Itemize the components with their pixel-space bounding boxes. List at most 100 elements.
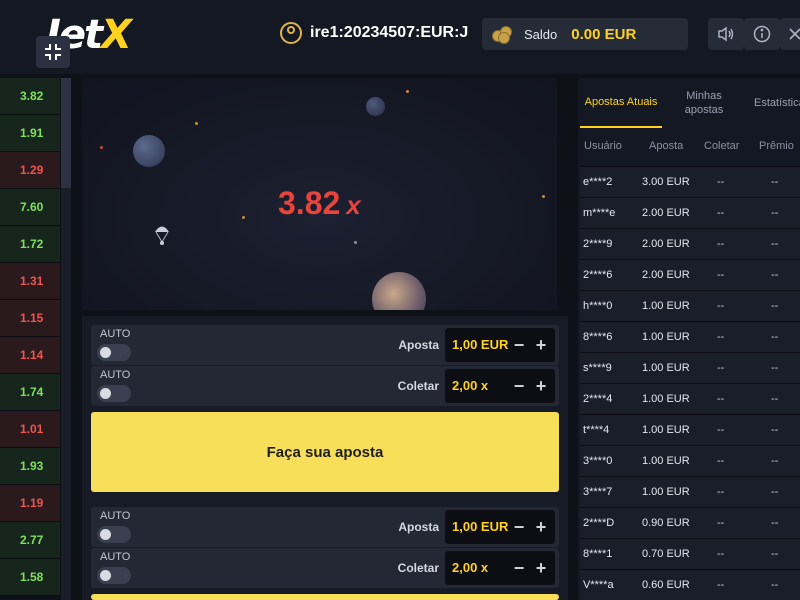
- bet-user: 2****6: [583, 269, 613, 281]
- history-item[interactable]: 1.14: [0, 337, 60, 374]
- multiplier-suffix: x: [346, 190, 361, 220]
- bet-collect: --: [717, 269, 725, 281]
- place-bet-button-2[interactable]: [91, 594, 559, 600]
- bet-collect: --: [717, 207, 725, 219]
- history-item[interactable]: 3.82: [0, 78, 60, 115]
- history-item[interactable]: 1.72: [0, 226, 60, 263]
- collect-row-1: AUTO Coletar 2,00 x − +: [91, 366, 559, 406]
- bet-amount-value[interactable]: 1,00 EUR: [452, 337, 508, 352]
- tab-my-bets[interactable]: Minhas apostas: [670, 78, 738, 128]
- game-canvas: 3.82 x: [82, 78, 557, 310]
- balance-box: Saldo 0.00 EUR: [482, 18, 688, 50]
- star: [542, 195, 545, 198]
- history-item[interactable]: 1.19: [0, 485, 60, 522]
- fullscreen-icon: [45, 44, 61, 60]
- logo-x: X: [101, 12, 132, 58]
- bet-prize: --: [771, 455, 779, 467]
- planet: [366, 97, 385, 116]
- bet-row: 3****0 1.00 EUR -- --: [580, 445, 800, 476]
- bet-row: t****4 1.00 EUR -- --: [580, 414, 800, 445]
- bet-user: t****4: [583, 424, 610, 436]
- bet-row: e****2 3.00 EUR -- --: [580, 166, 800, 197]
- current-multiplier: 3.82 x: [278, 185, 361, 222]
- tab-statistics[interactable]: Estatísticas: [754, 78, 800, 128]
- coins-icon: [492, 25, 514, 44]
- bet-amount-value[interactable]: 1,00 EUR: [452, 519, 508, 534]
- history-scrollbar[interactable]: [61, 78, 71, 600]
- history-item[interactable]: 1.93: [0, 448, 60, 485]
- history-item[interactable]: 7.60: [0, 189, 60, 226]
- bet-prize: --: [771, 207, 779, 219]
- star: [354, 241, 357, 244]
- user-info: ire1:20234507:EUR:J: [280, 22, 468, 44]
- history-item[interactable]: 1.15: [0, 300, 60, 337]
- bet-row: V****a 0.60 EUR -- --: [580, 569, 800, 600]
- auto-collect-toggle-1[interactable]: [97, 385, 131, 402]
- history-item[interactable]: 1.74: [0, 374, 60, 411]
- history-item[interactable]: 1.91: [0, 115, 60, 152]
- bet-amount: 2.00 EUR: [642, 238, 690, 250]
- bet-prize: --: [771, 486, 779, 498]
- bet-amount: 0.90 EUR: [642, 517, 690, 529]
- bet-user: 2****4: [583, 393, 613, 405]
- bet-amount-stepper-1: 1,00 EUR − +: [445, 328, 555, 362]
- info-button[interactable]: [744, 18, 780, 50]
- bet-prize: --: [771, 393, 779, 405]
- planet: [133, 135, 165, 167]
- plus-button[interactable]: +: [531, 557, 551, 579]
- bet-prize: --: [771, 362, 779, 374]
- place-bet-button-1[interactable]: Faça sua aposta: [91, 412, 559, 492]
- history-item[interactable]: 1.29: [0, 152, 60, 189]
- bet-amount: 1.00 EUR: [642, 455, 690, 467]
- collect-value[interactable]: 2,00 x: [452, 560, 488, 575]
- history-item[interactable]: 2.77: [0, 522, 60, 559]
- tab-current-bets[interactable]: Apostas Atuais: [580, 78, 662, 128]
- bet-amount: 2.00 EUR: [642, 207, 690, 219]
- bet-collect: --: [717, 455, 725, 467]
- sound-button[interactable]: [708, 18, 744, 50]
- bet-amount-stepper-2: 1,00 EUR − +: [445, 510, 555, 544]
- user-icon: [280, 22, 302, 44]
- bet-user: e****2: [583, 176, 613, 188]
- plus-button[interactable]: +: [531, 375, 551, 397]
- column-user: Usuário: [584, 140, 622, 152]
- star: [242, 216, 245, 219]
- auto-collect-toggle-2[interactable]: [97, 567, 131, 584]
- column-bet: Aposta: [649, 140, 684, 152]
- bet-collect: --: [717, 300, 725, 312]
- bet-collect: --: [717, 548, 725, 560]
- scrollbar-thumb[interactable]: [61, 78, 71, 188]
- parachute-icon: [155, 226, 169, 245]
- plus-button[interactable]: +: [531, 334, 551, 356]
- fullscreen-button[interactable]: [36, 36, 70, 68]
- bet-row: 3****7 1.00 EUR -- --: [580, 476, 800, 507]
- collect-value[interactable]: 2,00 x: [452, 378, 488, 393]
- auto-label: AUTO: [100, 369, 131, 381]
- bet-row: 2****D 0.90 EUR -- --: [580, 507, 800, 538]
- bet-prize: --: [771, 238, 779, 250]
- auto-label: AUTO: [100, 551, 131, 563]
- plus-button[interactable]: +: [531, 516, 551, 538]
- bet-collect: --: [717, 362, 725, 374]
- minus-button[interactable]: −: [509, 334, 529, 356]
- history-item[interactable]: 1.01: [0, 411, 60, 448]
- collect-stepper-1: 2,00 x − +: [445, 369, 555, 403]
- minus-button[interactable]: −: [509, 557, 529, 579]
- bet-collect: --: [717, 176, 725, 188]
- planet: [372, 272, 426, 310]
- history-item[interactable]: 1.58: [0, 559, 60, 596]
- star: [406, 90, 409, 93]
- bet-collect: --: [717, 486, 725, 498]
- auto-bet-toggle-1[interactable]: [97, 344, 131, 361]
- bet-row: 2****6 2.00 EUR -- --: [580, 259, 800, 290]
- minus-button[interactable]: −: [509, 516, 529, 538]
- minus-button[interactable]: −: [509, 375, 529, 397]
- bet-amount: 0.60 EUR: [642, 579, 690, 591]
- bet-user: 8****1: [583, 548, 613, 560]
- bet-user: 3****0: [583, 455, 613, 467]
- bet-amount: 1.00 EUR: [642, 362, 690, 374]
- auto-bet-toggle-2[interactable]: [97, 526, 131, 543]
- history-item[interactable]: 1.31: [0, 263, 60, 300]
- close-button[interactable]: [780, 18, 800, 50]
- bet-amount: 0.70 EUR: [642, 548, 690, 560]
